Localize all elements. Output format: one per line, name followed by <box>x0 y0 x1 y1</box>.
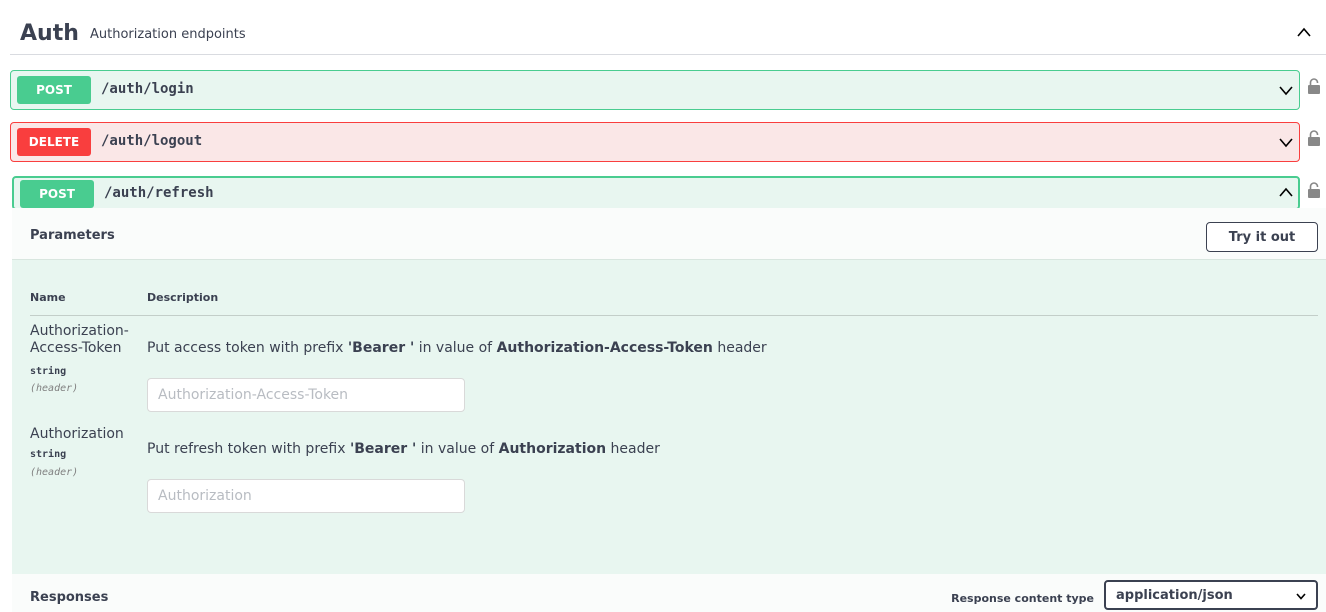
chevron-down-icon[interactable] <box>1278 84 1294 96</box>
parameter-name-continued: Access-Token <box>30 340 122 356</box>
description-text: in value of <box>414 340 497 356</box>
responses-header: Responses Response content type applicat… <box>12 574 1326 612</box>
operation-post-auth-login[interactable]: POST /auth/login <box>10 70 1300 110</box>
parameter-description: Put access token with prefix 'Bearer ' i… <box>147 340 767 356</box>
parameter-type: string <box>30 366 67 377</box>
table-divider <box>30 315 1318 316</box>
operation-path: /auth/refresh <box>104 185 214 201</box>
operation-path: /auth/logout <box>101 133 203 149</box>
description-bold: 'Bearer ' <box>347 340 415 356</box>
operation-path: /auth/login <box>101 81 194 97</box>
description-text: Put access token with prefix <box>147 340 348 356</box>
operation-body: Parameters Try it out Name Description A… <box>12 208 1326 612</box>
parameter-location: (header) <box>30 383 79 394</box>
parameters-title: Parameters <box>30 228 115 243</box>
chevron-up-icon[interactable] <box>1278 186 1294 198</box>
column-description-header: Description <box>147 291 219 304</box>
parameters-header: Parameters Try it out <box>12 208 1326 260</box>
description-text: in value of <box>416 441 499 457</box>
column-name-header: Name <box>30 291 66 304</box>
method-badge: DELETE <box>17 128 91 156</box>
description-text: Put refresh token with prefix <box>147 441 350 457</box>
description-text: header <box>712 340 767 356</box>
operation-post-auth-refresh[interactable]: POST /auth/refresh <box>12 176 1300 210</box>
tag-description: Authorization endpoints <box>90 27 246 42</box>
try-it-out-button[interactable]: Try it out <box>1206 222 1318 252</box>
response-content-type-label: Response content type <box>951 592 1094 605</box>
parameter-location: (header) <box>30 467 79 478</box>
description-text: header <box>606 441 660 457</box>
chevron-down-icon[interactable] <box>1278 136 1294 148</box>
lock-icon[interactable] <box>1307 182 1321 198</box>
selected-content-type: application/json <box>1116 587 1233 603</box>
tag-header[interactable]: Auth Authorization endpoints <box>10 10 1326 55</box>
description-bold: Authorization <box>498 441 607 457</box>
description-bold: 'Bearer ' <box>349 441 417 457</box>
chevron-up-icon[interactable] <box>1296 26 1312 38</box>
operation-delete-auth-logout[interactable]: DELETE /auth/logout <box>10 122 1300 162</box>
method-badge: POST <box>20 180 94 208</box>
parameter-type: string <box>30 449 67 460</box>
responses-title: Responses <box>30 590 109 605</box>
parameter-description: Put refresh token with prefix 'Bearer ' … <box>147 441 660 457</box>
parameter-name: Authorization <box>30 426 124 442</box>
chevron-down-icon <box>1296 593 1306 600</box>
authorization-input[interactable] <box>147 479 465 513</box>
description-bold: Authorization-Access-Token <box>496 340 713 356</box>
response-content-type-select[interactable]: application/json <box>1104 580 1318 610</box>
tag-title: Auth <box>20 21 79 46</box>
parameter-name: Authorization- <box>30 323 129 339</box>
authorization-access-token-input[interactable] <box>147 378 465 412</box>
method-badge: POST <box>17 76 91 104</box>
lock-icon[interactable] <box>1307 130 1321 146</box>
lock-icon[interactable] <box>1307 78 1321 94</box>
